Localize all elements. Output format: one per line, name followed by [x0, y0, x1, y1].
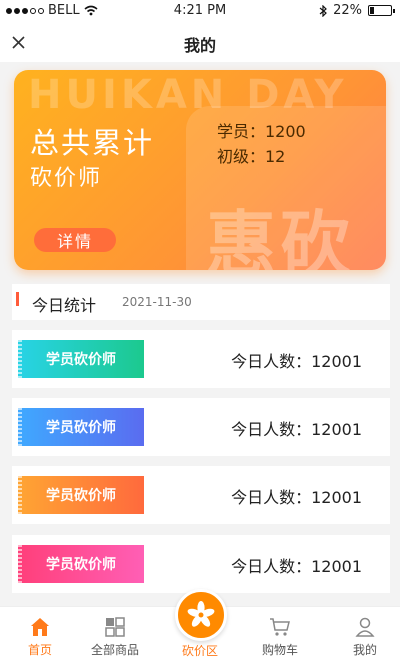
- section-title: 今日统计: [32, 296, 97, 315]
- section-marker: [16, 292, 19, 306]
- flower-icon: [187, 601, 215, 627]
- cart-icon: [270, 618, 290, 636]
- card-count: 今日人数：12001: [231, 557, 362, 576]
- card-tag: 学员砍价师: [18, 408, 144, 446]
- tab-cart[interactable]: 购物车: [240, 615, 320, 658]
- detail-button[interactable]: 详情: [34, 228, 116, 252]
- tab-all-products[interactable]: 全部商品: [75, 615, 155, 658]
- tab-all-products-label: 全部商品: [90, 643, 139, 657]
- status-right: 22%: [319, 3, 395, 18]
- status-bar: BELL 4:21 PM 22%: [0, 0, 400, 22]
- card-count: 今日人数：12001: [231, 352, 362, 371]
- card-tag: 学员砍价师: [18, 476, 144, 514]
- card-tag: 学员砍价师: [18, 340, 144, 378]
- summary-banner: HUIKAN DAY 惠砍 总共累计 砍价师 学员：1200 初级：12 详情: [14, 70, 386, 270]
- battery-icon: [368, 5, 395, 16]
- home-icon: [31, 618, 49, 636]
- banner-stat-level: 初级：12: [217, 147, 286, 166]
- stat-card[interactable]: 学员砍价师 今日人数：12001: [12, 330, 390, 388]
- card-tag: 学员砍价师: [18, 545, 144, 583]
- today-stats-header: 今日统计 2021-11-30: [12, 284, 390, 320]
- nav-bar: 我的: [0, 22, 400, 62]
- tab-bar: 首页 全部商品 砍价区 购物车 我的: [0, 589, 400, 666]
- section-date: 2021-11-30: [122, 295, 192, 309]
- banner-stat-students: 学员：1200: [217, 122, 306, 141]
- battery-percent: 22%: [333, 3, 362, 18]
- stat-card[interactable]: 学员砍价师 今日人数：12001: [12, 466, 390, 524]
- bluetooth-icon: [319, 4, 327, 17]
- tab-bargain-label[interactable]: 砍价区: [160, 642, 240, 659]
- grid-icon: [105, 617, 125, 637]
- page-title: 我的: [183, 36, 216, 55]
- banner-subline: 砍价师: [30, 166, 103, 191]
- tab-home-label: 首页: [27, 643, 52, 657]
- card-count: 今日人数：12001: [231, 420, 362, 439]
- card-count: 今日人数：12001: [231, 488, 362, 507]
- stat-card[interactable]: 学员砍价师 今日人数：12001: [12, 535, 390, 593]
- banner-watermark-logo: 惠砍: [206, 203, 354, 270]
- user-icon: [355, 617, 375, 637]
- banner-headline: 总共累计: [30, 126, 155, 160]
- stat-card[interactable]: 学员砍价师 今日人数：12001: [12, 398, 390, 456]
- tab-mine[interactable]: 我的: [325, 615, 400, 658]
- tab-bargain[interactable]: [175, 589, 227, 641]
- tab-cart-label: 购物车: [261, 643, 298, 657]
- tab-home[interactable]: 首页: [0, 615, 80, 658]
- tab-mine-label: 我的: [352, 643, 377, 657]
